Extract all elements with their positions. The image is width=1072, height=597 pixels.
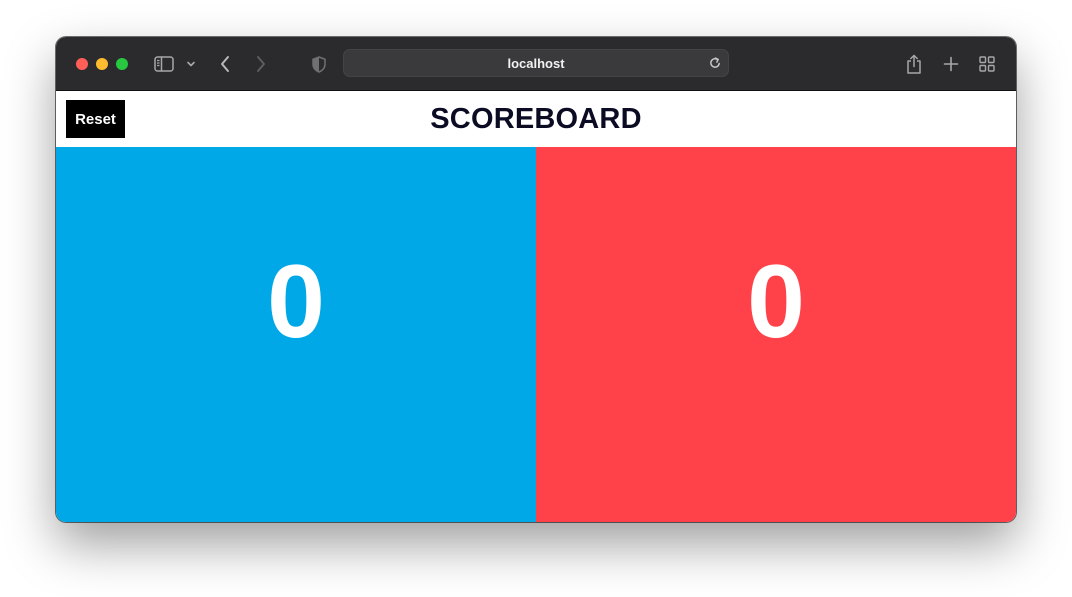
maximize-window-button[interactable]: [116, 58, 128, 70]
forward-icon[interactable]: [253, 52, 269, 76]
page-title: SCOREBOARD: [430, 102, 642, 135]
minimize-window-button[interactable]: [96, 58, 108, 70]
app-header: Reset SCOREBOARD: [56, 91, 1016, 147]
reset-button[interactable]: Reset: [66, 100, 125, 138]
address-bar[interactable]: localhost: [343, 49, 729, 77]
reload-icon[interactable]: [708, 56, 722, 75]
browser-window: localhost Reset SCOREBOARD 0 0: [56, 37, 1016, 522]
back-icon[interactable]: [217, 52, 233, 76]
sidebar-icon[interactable]: [153, 52, 175, 76]
tab-overview-icon[interactable]: [978, 52, 996, 76]
share-icon[interactable]: [905, 52, 923, 76]
team-left-panel[interactable]: 0: [56, 147, 536, 522]
chevron-down-icon[interactable]: [185, 52, 197, 76]
shield-icon[interactable]: [311, 52, 327, 76]
team-left-score: 0: [267, 244, 325, 360]
close-window-button[interactable]: [76, 58, 88, 70]
team-right-panel[interactable]: 0: [536, 147, 1016, 522]
url-text: localhost: [507, 55, 565, 71]
team-right-score: 0: [747, 244, 805, 360]
browser-toolbar: localhost: [56, 37, 1016, 91]
page-content: Reset SCOREBOARD 0 0: [56, 91, 1016, 522]
plus-icon[interactable]: [942, 52, 960, 76]
